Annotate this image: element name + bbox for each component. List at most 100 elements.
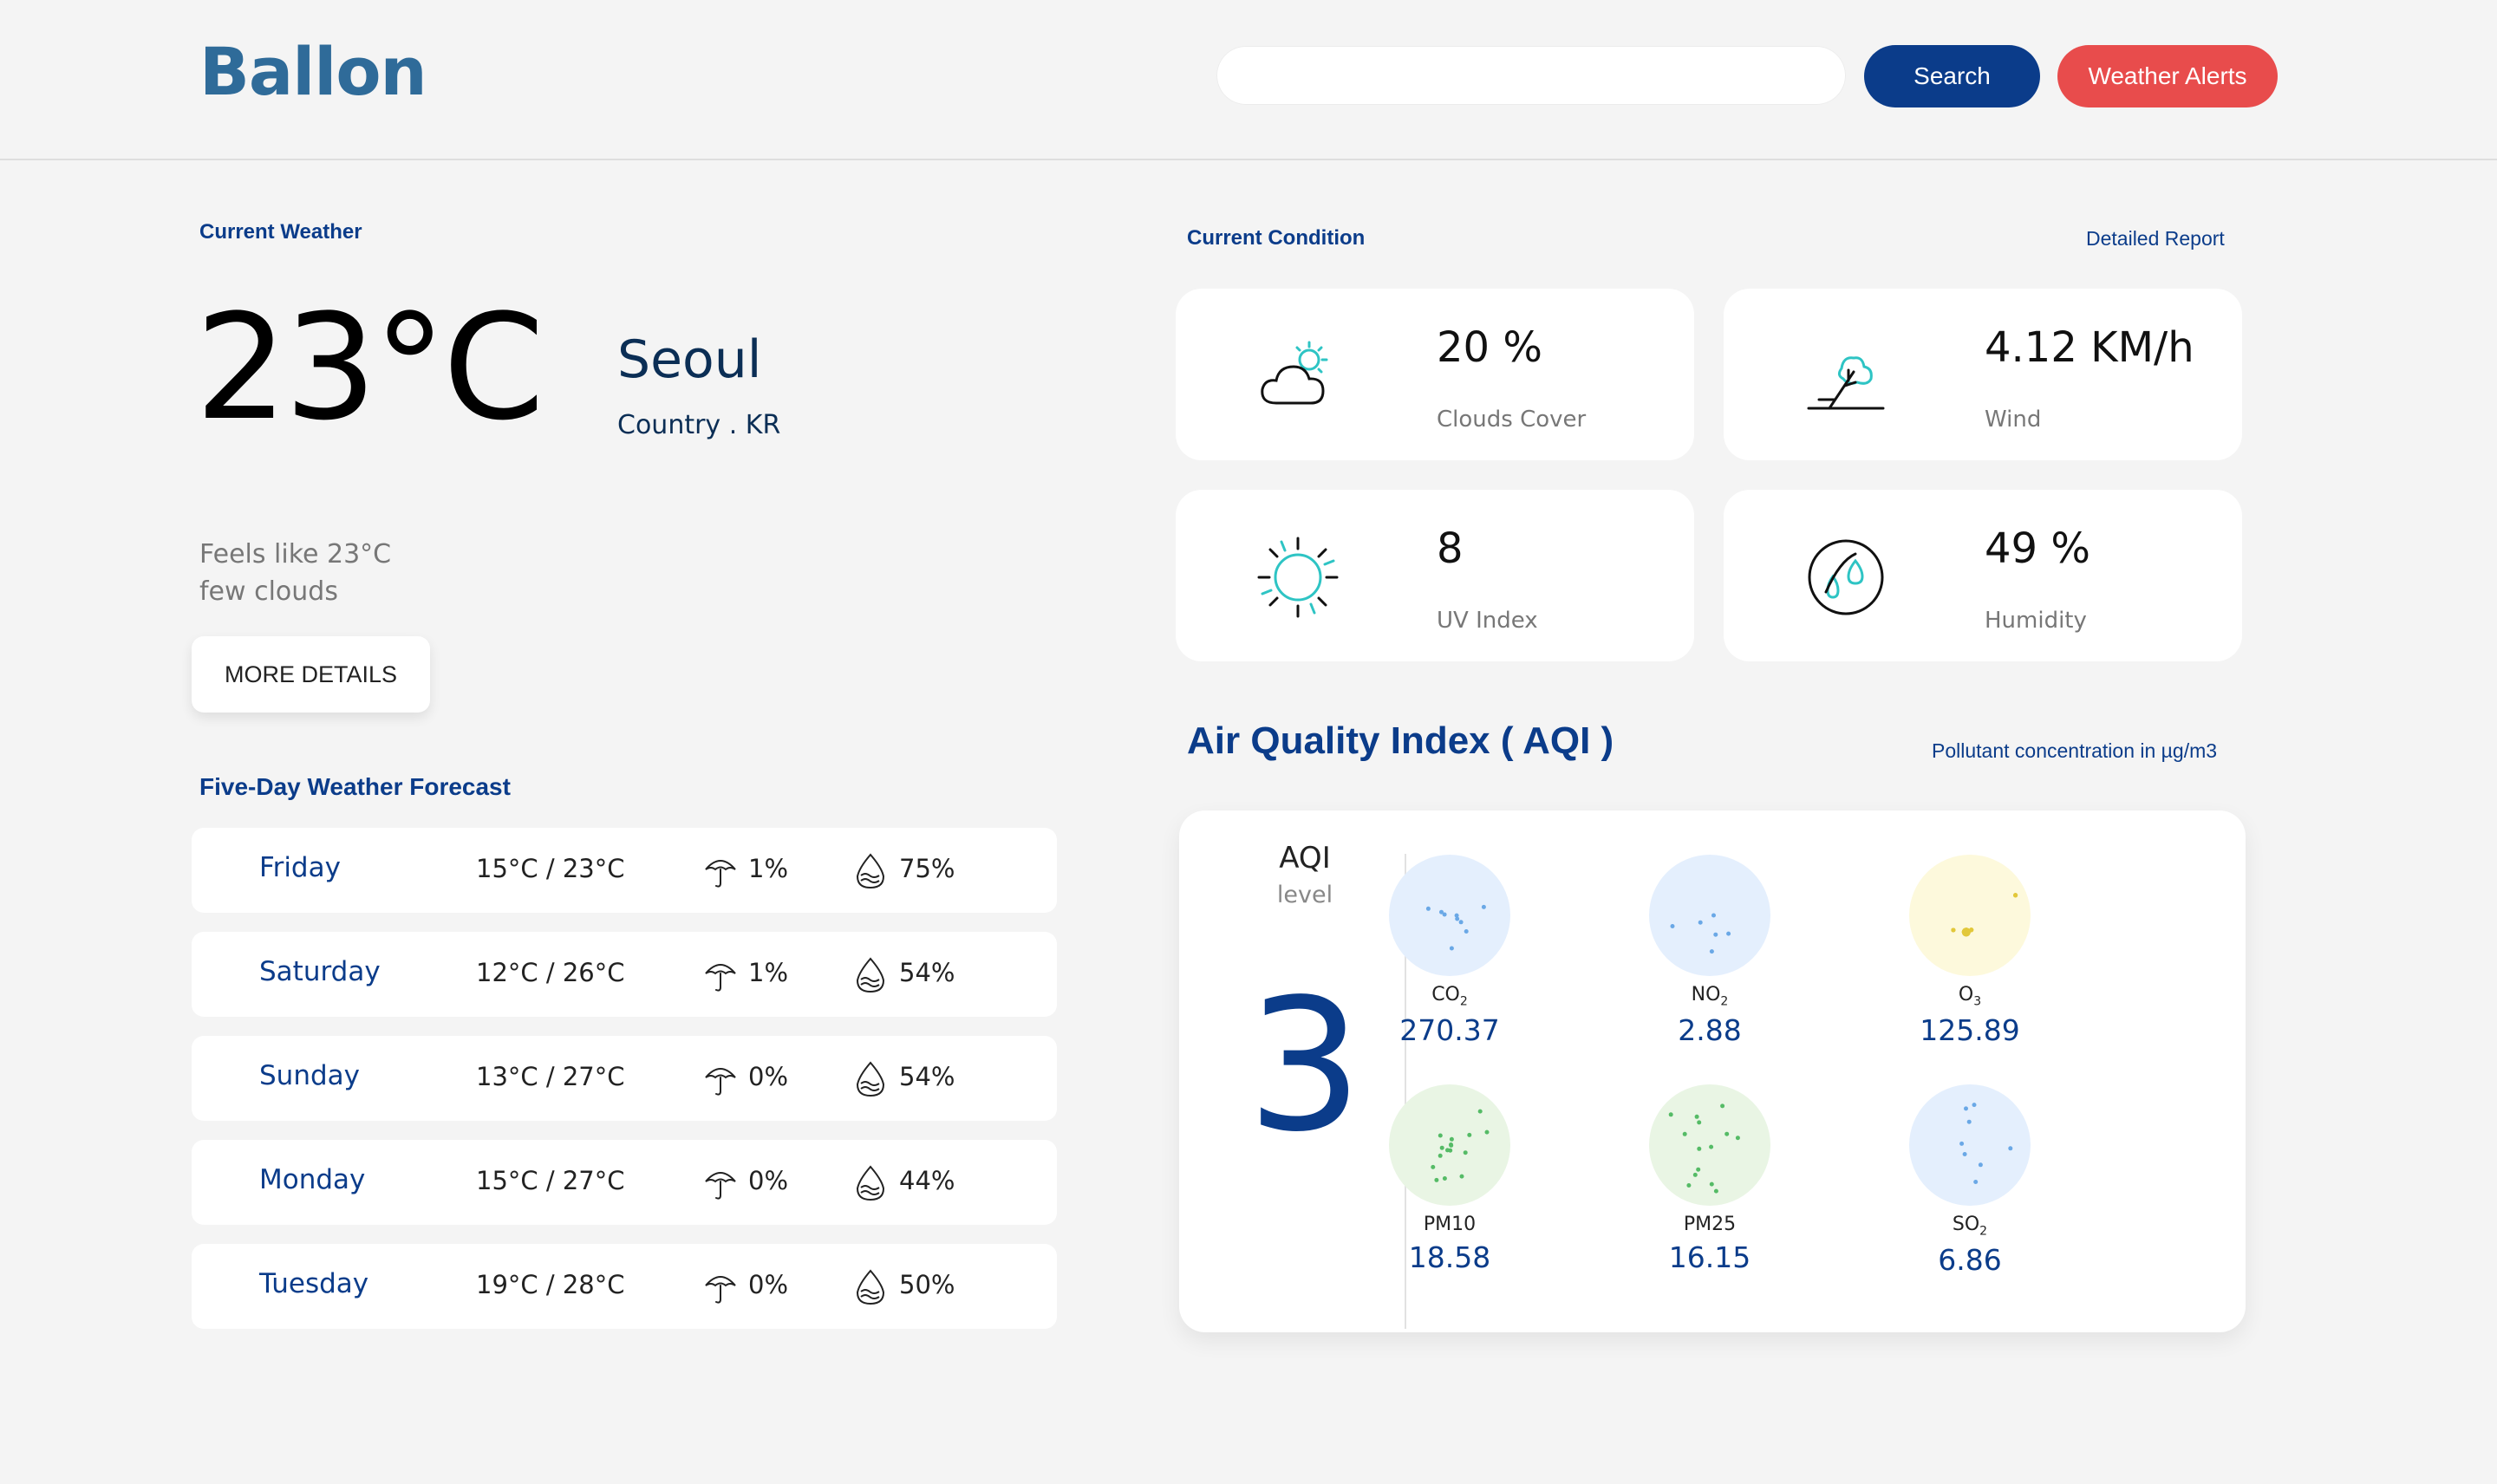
forecast-row: Monday 15°C / 27°C 0% 44% (192, 1140, 1057, 1225)
pollutant-subscript: 2 (1979, 1224, 1988, 1239)
pollutant-bubble (1649, 855, 1770, 976)
aqi-label: AQI (1279, 841, 1331, 875)
forecast-humidity: 75% (899, 854, 955, 883)
city-name: Seoul (617, 329, 762, 390)
uv-index-value: 8 (1437, 524, 1464, 573)
forecast-rain-chance: 1% (748, 854, 789, 883)
pollutant-name: PM10 (1363, 1214, 1536, 1235)
pollutant-formula: SO (1952, 1214, 1980, 1235)
uv-index-card: 8 UV Index (1176, 490, 1694, 661)
pollutant-item: NO2 2.88 (1623, 854, 1796, 1047)
humidity-icon (856, 853, 885, 889)
wind-tree-icon (1807, 356, 1885, 410)
pollutant-item: SO2 6.86 (1883, 1084, 2057, 1277)
uv-index-label: UV Index (1437, 608, 1538, 634)
clouds-cover-label: Clouds Cover (1437, 407, 1587, 433)
forecast-temps: 12°C / 26°C (476, 958, 625, 987)
wind-card: 4.12 KM/h Wind (1724, 289, 2242, 460)
pollutant-name: NO2 (1623, 984, 1796, 1008)
pollutant-subscript: 2 (1459, 994, 1468, 1009)
current-weather-label: Current Weather (199, 220, 362, 244)
forecast-humidity: 50% (899, 1270, 955, 1299)
pollutant-formula: CO (1431, 984, 1460, 1006)
forecast-temps: 13°C / 27°C (476, 1062, 625, 1091)
forecast-label: Five-Day Weather Forecast (199, 773, 511, 800)
umbrella-icon (705, 1068, 736, 1096)
current-condition-label: Current Condition (1187, 226, 1366, 250)
umbrella-icon (705, 1172, 736, 1200)
humidity-value: 49 % (1985, 524, 2090, 573)
humidity-icon (856, 1061, 885, 1097)
pollutant-formula: NO (1691, 984, 1721, 1006)
forecast-temps: 15°C / 23°C (476, 854, 625, 883)
logo[interactable]: Ballon (199, 33, 427, 110)
forecast-row: Friday 15°C / 23°C 1% 75% (192, 828, 1057, 913)
aqi-card: AQI level 3 CO2 270.37 NO2 2.88 O3 125.89 PM10… (1179, 810, 2246, 1332)
pollutant-value: 18.58 (1408, 1240, 1491, 1274)
pollutant-item: CO2 270.37 (1363, 854, 1536, 1047)
clouds-cover-value: 20 % (1437, 323, 1542, 372)
pollutant-bubble (1909, 1084, 2031, 1206)
pollutant-name: SO2 (1883, 1214, 2057, 1238)
wind-label: Wind (1985, 407, 2042, 433)
pollutant-value: 270.37 (1399, 1013, 1500, 1048)
pollutant-bubble (1649, 1084, 1770, 1206)
pollutant-bubble (1389, 855, 1510, 976)
pollutant-formula: PM25 (1683, 1214, 1737, 1235)
pollutant-value: 2.88 (1678, 1013, 1742, 1048)
country-code: Country . KR (617, 410, 781, 440)
humidity-card: 49 % Humidity (1724, 490, 2242, 661)
aqi-title: Air Quality Index ( AQI ) (1187, 719, 1614, 762)
pollutant-formula: O (1958, 984, 1974, 1006)
pollutant-item: PM10 18.58 (1363, 1084, 1536, 1274)
pollutant-subscript: 3 (1973, 994, 1982, 1009)
umbrella-icon (705, 964, 736, 992)
feels-like: Feels like 23°C (199, 539, 392, 570)
pollutant-bubble (1909, 855, 2031, 976)
pollutant-name: O3 (1883, 984, 2057, 1008)
forecast-rain-chance: 0% (748, 1270, 789, 1299)
detailed-report-link[interactable]: Detailed Report (2086, 227, 2225, 251)
pollutant-item: PM25 16.15 (1623, 1084, 1796, 1274)
forecast-row: Saturday 12°C / 26°C 1% 54% (192, 932, 1057, 1017)
forecast-temps: 19°C / 28°C (476, 1270, 625, 1299)
clouds-cover-card: 20 % Clouds Cover (1176, 289, 1694, 460)
pollutant-name: CO2 (1363, 984, 1536, 1008)
pollutant-value: 6.86 (1938, 1243, 2002, 1278)
forecast-rain-chance: 0% (748, 1062, 789, 1091)
forecast-day: Sunday (259, 1060, 360, 1091)
humidity-icon (856, 957, 885, 993)
forecast-rain-chance: 0% (748, 1166, 789, 1195)
pollutant-formula: PM10 (1423, 1214, 1477, 1235)
wind-value: 4.12 KM/h (1985, 323, 2194, 372)
humidity-icon (856, 1165, 885, 1201)
forecast-rain-chance: 1% (748, 958, 789, 987)
forecast-humidity: 44% (899, 1166, 955, 1195)
sun-icon (1257, 537, 1339, 618)
humidity-label: Humidity (1985, 608, 2087, 634)
current-temperature: 23°C (195, 283, 544, 452)
humidity-icon (856, 1269, 885, 1305)
pollutant-bubble (1389, 1084, 1510, 1206)
search-input[interactable] (1216, 46, 1846, 105)
pollutant-value: 16.15 (1668, 1240, 1751, 1274)
forecast-temps: 15°C / 27°C (476, 1166, 625, 1195)
umbrella-icon (705, 1276, 736, 1304)
pollutant-name: PM25 (1623, 1214, 1796, 1235)
pollutant-value: 125.89 (1920, 1013, 2020, 1048)
cloud-sun-icon (1261, 341, 1328, 405)
forecast-day: Tuesday (259, 1268, 369, 1299)
forecast-day: Saturday (259, 956, 381, 987)
forecast-row: Sunday 13°C / 27°C 0% 54% (192, 1036, 1057, 1121)
weather-description: few clouds (199, 576, 338, 607)
forecast-day: Friday (259, 852, 341, 883)
weather-alerts-button[interactable]: Weather Alerts (2057, 45, 2278, 107)
pollutant-unit-note: Pollutant concentration in µg/m3 (1932, 739, 2218, 762)
aqi-level-label: level (1276, 882, 1333, 908)
more-details-button[interactable]: MORE DETAILS (192, 636, 430, 713)
forecast-humidity: 54% (899, 1062, 955, 1091)
pollutant-subscript: 2 (1720, 994, 1729, 1009)
search-button[interactable]: Search (1864, 45, 2040, 107)
pollutant-item: O3 125.89 (1883, 854, 2057, 1047)
umbrella-icon (705, 860, 736, 888)
